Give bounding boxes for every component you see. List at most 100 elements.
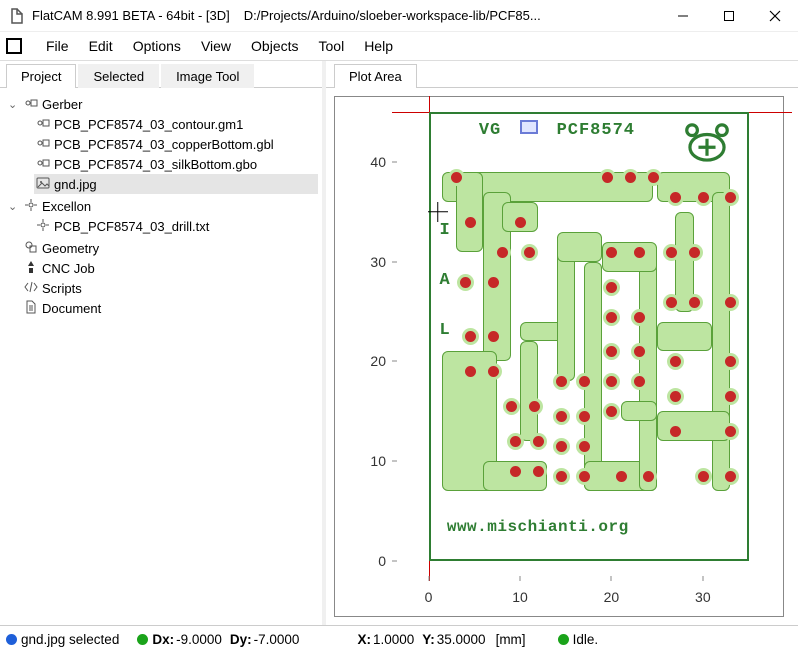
pad — [451, 172, 462, 183]
silkscreen-text: www.mischianti.org — [447, 519, 629, 535]
chevron-down-icon[interactable]: ⌄ — [8, 98, 22, 111]
plot-area[interactable]: VGPCF8574IALwww.mischianti.org 010203040… — [326, 88, 798, 625]
tab-imagetool[interactable]: Image Tool — [161, 64, 254, 88]
app-logo-icon — [6, 38, 22, 54]
cnc-icon — [22, 260, 40, 277]
status-y-label: Y: — [422, 632, 435, 647]
chevron-down-icon[interactable]: ⌄ — [8, 200, 22, 213]
tree-item-contour[interactable]: PCB_PCF8574_03_contour.gm1 — [34, 114, 318, 134]
tree-item-drill[interactable]: PCB_PCF8574_03_drill.txt — [34, 216, 318, 236]
x-tick-label: 10 — [512, 589, 528, 605]
status-x: 1.0000 — [373, 632, 414, 647]
tree-gerber[interactable]: ⌄ Gerber — [4, 94, 318, 114]
tree-cncjob-label: CNC Job — [40, 261, 95, 276]
pad — [666, 297, 677, 308]
chip-icon — [520, 120, 538, 134]
tab-selected[interactable]: Selected — [78, 64, 159, 88]
pad — [515, 217, 526, 228]
tree-item-silkbottom[interactable]: PCB_PCF8574_03_silkBottom.gbo — [34, 154, 318, 174]
copper-trace — [639, 252, 657, 491]
left-tabs: Project Selected Image Tool — [0, 61, 322, 88]
menu-objects[interactable]: Objects — [241, 34, 308, 58]
pad — [698, 192, 709, 203]
gerber-icon — [22, 96, 40, 113]
gerber-icon — [34, 136, 52, 153]
copper-trace — [621, 401, 658, 421]
tree-geometry[interactable]: Geometry — [4, 238, 318, 258]
silkscreen-text: A — [440, 272, 451, 289]
silkscreen-text: I — [440, 222, 451, 239]
copper-trace — [675, 212, 693, 312]
pad — [725, 192, 736, 203]
tree-excellon-label: Excellon — [40, 199, 91, 214]
gerber-icon — [34, 156, 52, 173]
pad — [606, 282, 617, 293]
y-tick-label: 30 — [350, 254, 386, 270]
status-dx: -9.0000 — [176, 632, 222, 647]
pad — [529, 401, 540, 412]
menu-tool[interactable]: Tool — [309, 34, 355, 58]
pad — [602, 172, 613, 183]
status-units: [mm] — [496, 632, 526, 647]
tree-document[interactable]: Document — [4, 298, 318, 318]
status-selection: gnd.jpg selected — [6, 632, 119, 647]
snap-dot-icon — [137, 634, 148, 645]
copper-trace — [657, 411, 730, 441]
menu-help[interactable]: Help — [354, 34, 403, 58]
pad — [524, 247, 535, 258]
tree-scripts-label: Scripts — [40, 281, 82, 296]
menu-edit[interactable]: Edit — [79, 34, 123, 58]
tab-project[interactable]: Project — [6, 64, 76, 88]
plot-tabs: Plot Area — [326, 61, 798, 88]
window-path: D:/Projects/Arduino/sloeber-workspace-li… — [244, 8, 660, 23]
logo-icon — [675, 112, 739, 172]
scripts-icon — [22, 280, 40, 297]
menu-file[interactable]: File — [36, 34, 79, 58]
menu-options[interactable]: Options — [123, 34, 191, 58]
tree-item-label: PCB_PCF8574_03_copperBottom.gbl — [52, 137, 274, 152]
tree-item-label: gnd.jpg — [52, 177, 97, 192]
status-dy: -7.0000 — [254, 632, 300, 647]
copper-trace — [557, 242, 575, 382]
status-bar: gnd.jpg selected Dx: -9.0000 Dy: -7.0000… — [0, 625, 798, 653]
menu-view[interactable]: View — [191, 34, 241, 58]
pad — [634, 247, 645, 258]
silkscreen-text: VG — [479, 122, 501, 139]
pad — [616, 471, 627, 482]
plot-canvas[interactable]: VGPCF8574IALwww.mischianti.org 010203040… — [334, 96, 784, 617]
selection-dot-icon — [6, 634, 17, 645]
pad — [625, 172, 636, 183]
pad — [648, 172, 659, 183]
tree-gerber-label: Gerber — [40, 97, 82, 112]
y-tick-label: 10 — [350, 453, 386, 469]
tree-cncjob[interactable]: CNC Job — [4, 258, 318, 278]
tab-plotarea[interactable]: Plot Area — [334, 64, 417, 88]
copper-trace — [520, 341, 538, 441]
x-tick-label: 30 — [695, 589, 711, 605]
copper-trace — [557, 232, 603, 262]
maximize-button[interactable] — [706, 0, 752, 32]
state-dot-icon — [558, 634, 569, 645]
copper-trace — [657, 322, 712, 352]
tree-scripts[interactable]: Scripts — [4, 278, 318, 298]
pad — [488, 277, 499, 288]
document-icon — [22, 300, 40, 317]
pad — [666, 247, 677, 258]
status-selection-text: gnd.jpg selected — [21, 632, 119, 647]
pad — [488, 366, 499, 377]
minimize-button[interactable] — [660, 0, 706, 32]
tree-item-label: PCB_PCF8574_03_silkBottom.gbo — [52, 157, 257, 172]
plot-panel: Plot Area VGPCF8574IALwww.mischianti.org… — [326, 61, 798, 625]
tree-item-gndjpg[interactable]: gnd.jpg — [34, 174, 318, 194]
status-state-text: Idle. — [573, 632, 599, 647]
project-tree[interactable]: ⌄ Gerber PCB_PCF8574_03_contour.gm1 PCB_… — [0, 88, 322, 625]
x-tick-label: 0 — [425, 589, 433, 605]
close-button[interactable] — [752, 0, 798, 32]
tree-item-label: PCB_PCF8574_03_drill.txt — [52, 219, 209, 234]
tree-excellon[interactable]: ⌄ Excellon — [4, 196, 318, 216]
tree-item-copperbottom[interactable]: PCB_PCF8574_03_copperBottom.gbl — [34, 134, 318, 154]
status-snap: Dx: -9.0000 Dy: -7.0000 — [137, 632, 299, 647]
tree-item-label: PCB_PCF8574_03_contour.gm1 — [52, 117, 243, 132]
copper-trace — [712, 192, 730, 491]
image-icon — [34, 176, 52, 193]
